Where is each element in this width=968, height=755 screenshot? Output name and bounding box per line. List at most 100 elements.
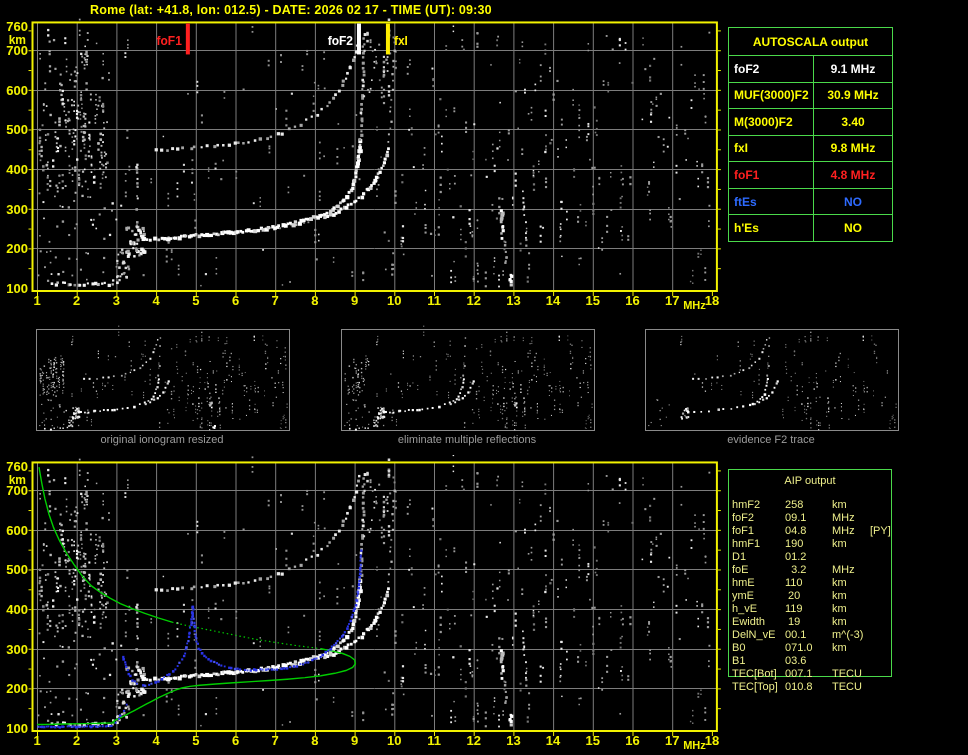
aip-cell: hmF2 [732,499,761,511]
aip-cell: km [832,642,847,654]
autoscala-row-label: MUF(3000)F2 [729,81,813,109]
aip-cell: B1 [732,655,746,667]
aip-cell [870,512,908,525]
aip-row: B1 03.6 [728,655,908,668]
aip-cell [870,642,908,655]
aip-row: B0 071.0 km [728,642,908,655]
autoscala-row-value: 4.8 MHz [813,161,892,188]
autoscala-row-value: NO [813,214,892,241]
aip-cell: Ewidth [732,616,766,628]
aip-row: TEC[Bot] 007.1 TECU [728,668,908,681]
autoscala-row-value: 9.1 MHz [813,55,892,82]
autoscala-row-label: foF2 [729,55,813,82]
caption-original-ionogram: original ionogram resized [100,434,224,446]
aip-cell: MHz [832,512,855,524]
aip-cell: 110 [785,577,803,589]
aip-cell: 190 [785,538,804,550]
aip-cell: 010.8 [785,681,813,693]
aip-cell: TECU [832,668,862,680]
aip-cell: 258 [785,499,804,511]
aip-cell: km [832,603,847,615]
aip-cell: B0 [732,642,746,654]
autoscala-row-label: fxI [729,134,813,162]
aip-row: foE 3.2 MHz [728,564,908,577]
aip-cell: foF2 [732,512,755,524]
aip-cell [870,577,908,590]
aip-cell: 01.2 [785,551,807,563]
aip-row: hmF1 190 km [728,538,908,551]
aip-cell: TEC[Bot] [732,668,777,680]
aip-cell: hmE [732,577,755,589]
autoscala-row-value: 3.40 [813,108,892,135]
aip-cell: [PY] [870,525,891,537]
aip-cell [870,603,908,616]
aip-cell: 20 [785,590,801,602]
aip-cell: DelN_vE [732,629,776,641]
aip-cell: 03.6 [785,655,807,667]
aip-output-table: AIP output hmF2 258 km foF2 09.1 MHz foF1 04.8 M… [728,469,908,694]
aip-cell: m^(-3) [832,629,864,641]
aip-cell [870,655,908,668]
aip-row: hmE 110 km [728,577,908,590]
autoscala-row-label: foF1 [729,161,813,188]
caption-eliminate-reflections: eliminate multiple reflections [397,434,537,446]
aip-cell: foF1 [732,525,755,537]
aip-cell: km [832,538,847,550]
aip-cell: MHz [832,525,855,537]
aip-cell: MHz [832,564,855,576]
aip-cell [870,564,908,577]
aip-cell: km [832,499,847,511]
aip-cell [870,590,908,603]
aip-cell: 19 [785,616,801,628]
aip-cell: D1 [732,551,747,563]
aip-cell: foE [732,564,749,576]
aip-cell: 007.1 [785,668,813,680]
aip-cell: TECU [832,681,862,693]
aip-row: D1 01.2 [728,551,908,564]
aip-row: TEC[Top] 010.8 TECU [728,681,908,694]
bottom-ionogram-canvas [0,455,725,755]
aip-row: DelN_vE 00.1 m^(-3) [728,629,908,642]
aip-cell: 04.8 [785,525,807,537]
thumbnail-strip-canvas [0,325,968,431]
aip-cell: h_vE [732,603,758,615]
station-date-title: Rome (lat: +41.8, lon: 012.5) - DATE: 20… [90,3,492,17]
aip-cell [870,538,908,551]
autoscala-row-value: 9.8 MHz [813,134,892,162]
aip-cell: 3.2 [785,564,807,576]
aip-cell [870,616,908,629]
aip-row: foF2 09.1 MHz [728,512,908,525]
autoscala-row-label: ftEs [729,187,813,215]
aip-row: ymE 20 km [728,590,908,603]
aip-cell [832,551,870,564]
aip-row: Ewidth 19 km [728,616,908,629]
autoscala-row-label: M(3000)F2 [729,108,813,135]
aip-table-title: AIP output [784,475,836,487]
aip-cell [870,668,908,681]
aip-cell [832,655,870,668]
aip-cell: TEC[Top] [732,681,778,693]
aip-cell: km [832,577,847,589]
autoscala-row-label: h'Es [729,214,813,241]
aip-cell: ymE [732,590,754,602]
autoscala-screen: Rome (lat: +41.8, lon: 012.5) - DATE: 20… [0,0,968,755]
aip-cell [870,499,908,512]
autoscala-table-title: AUTOSCALA output [752,34,869,49]
aip-rows: hmF2 258 km foF2 09.1 MHz foF1 04.8 MHz [PY] hmF1 1… [728,492,908,694]
top-ionogram-canvas [0,18,725,314]
aip-cell: km [832,590,847,602]
aip-cell: 071.0 [785,642,813,654]
aip-cell: hmF1 [732,538,761,550]
autoscala-output-table: AUTOSCALA output foF2 9.1 MHz MUF(3000)F2 3… [728,27,893,242]
autoscala-row-value: NO [813,187,892,215]
aip-cell: 00.1 [785,629,807,641]
aip-row: hmF2 258 km [728,499,908,512]
aip-row: h_vE 119 km [728,603,908,616]
aip-row: foF1 04.8 MHz [PY] [728,525,908,538]
aip-cell: 119 [785,603,803,615]
aip-cell [870,551,908,564]
caption-evidence-f2-trace: evidence F2 trace [727,434,815,446]
aip-cell: 09.1 [785,512,807,524]
aip-cell: km [832,616,847,628]
aip-cell [870,681,908,694]
